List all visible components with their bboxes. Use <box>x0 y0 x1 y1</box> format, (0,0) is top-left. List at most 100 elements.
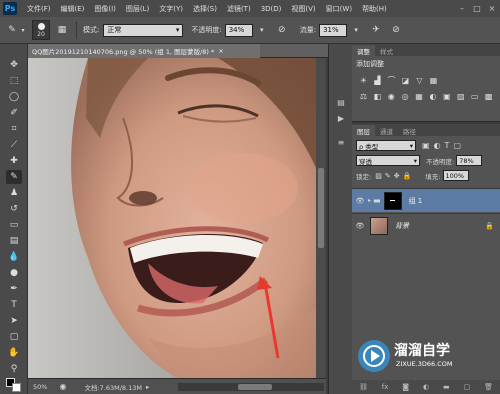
filter-type-icon[interactable]: T <box>445 141 450 150</box>
eraser-tool-icon[interactable]: ▭ <box>6 218 22 232</box>
close-icon[interactable]: × <box>486 2 498 14</box>
clone-stamp-tool-icon[interactable]: ♟ <box>6 186 22 200</box>
eye-icon[interactable]: 👁 <box>352 197 368 205</box>
fill-input[interactable]: 100% <box>442 170 469 181</box>
menu-3d[interactable]: 3D(D) <box>256 5 287 13</box>
vibrance-icon[interactable]: ▽ <box>414 75 425 85</box>
chevron-down-icon[interactable]: ▾ <box>20 22 26 38</box>
airbrush-icon[interactable]: ✈ <box>368 22 384 38</box>
opacity-input[interactable]: 34% <box>224 23 253 37</box>
blend-mode-select[interactable]: 正常 ▾ <box>103 23 184 37</box>
chevron-down-icon[interactable]: ▾ <box>254 22 270 38</box>
tab-channels[interactable]: 通道 <box>375 125 398 136</box>
lock-all-icon[interactable]: 🔒 <box>403 172 412 180</box>
menu-view[interactable]: 视图(V) <box>286 4 320 14</box>
filter-shape-icon[interactable]: ▢ <box>453 141 461 150</box>
tab-paths[interactable]: 路径 <box>398 125 421 136</box>
horizontal-scroll-thumb[interactable] <box>238 384 272 390</box>
actions-panel-icon[interactable]: ▶ <box>335 112 347 124</box>
eyedropper-tool-icon[interactable]: ⟋ <box>6 138 22 152</box>
vertical-scrollbar[interactable] <box>316 58 326 378</box>
color-swatches[interactable] <box>6 378 22 392</box>
filter-pixel-icon[interactable]: ▣ <box>422 141 430 150</box>
crop-tool-icon[interactable]: ⌗ <box>6 122 22 136</box>
tab-styles[interactable]: 样式 <box>375 45 398 56</box>
photo-filter-icon[interactable]: ◉ <box>386 91 397 101</box>
folder-icon[interactable]: ▬ <box>443 383 450 391</box>
blur-tool-icon[interactable]: 💧 <box>6 250 22 264</box>
menu-file[interactable]: 文件(F) <box>22 4 56 14</box>
layer-opacity-input[interactable]: 78% <box>456 155 483 166</box>
gradient-tool-icon[interactable]: ▤ <box>6 234 22 248</box>
brush-tool-icon[interactable]: ✎ <box>4 22 20 38</box>
threshold-icon[interactable]: ▨ <box>455 91 466 101</box>
menu-window[interactable]: 窗口(W) <box>321 4 357 14</box>
hue-saturation-icon[interactable]: ▦ <box>428 75 439 85</box>
selective-color-icon[interactable]: ▩ <box>483 91 494 101</box>
properties-panel-icon[interactable]: ≡ <box>335 136 347 148</box>
chevron-right-icon[interactable]: ▸ <box>146 383 149 391</box>
invert-icon[interactable]: ◐ <box>428 91 439 101</box>
new-layer-icon[interactable]: ▢ <box>464 383 471 391</box>
hand-tool-icon[interactable]: ✋ <box>6 346 22 360</box>
pressure-size-icon[interactable]: ⊘ <box>388 22 404 38</box>
layer-group-1[interactable]: 👁 ▸ ▬ 组 1 <box>352 188 500 212</box>
chevron-right-icon[interactable]: ▸ <box>368 197 371 204</box>
menu-filter[interactable]: 滤镜(T) <box>222 4 256 14</box>
lasso-tool-icon[interactable]: ◯ <box>6 90 22 104</box>
lock-pixels-icon[interactable]: ✎ <box>385 172 391 180</box>
minimize-icon[interactable]: – <box>456 2 468 14</box>
gradient-map-icon[interactable]: ▭ <box>469 91 480 101</box>
eye-icon[interactable]: 👁 <box>352 222 368 230</box>
posterize-icon[interactable]: ▣ <box>441 91 452 101</box>
maximize-icon[interactable]: □ <box>471 2 483 14</box>
chevron-down-icon[interactable]: ▾ <box>348 22 364 38</box>
menu-select[interactable]: 选择(S) <box>188 4 222 14</box>
menu-edit[interactable]: 编辑(E) <box>56 4 90 14</box>
tab-close-icon[interactable]: × <box>218 47 223 55</box>
brush-preset-picker[interactable]: 20 <box>32 20 50 40</box>
lock-transparent-icon[interactable]: ▨ <box>375 172 382 180</box>
document-tab[interactable]: QQ图片20191210140706.png @ 50% (组 1, 图层蒙版/… <box>28 44 260 58</box>
flow-input[interactable]: 31% <box>319 23 348 37</box>
vertical-scroll-thumb[interactable] <box>318 168 324 248</box>
pen-tool-icon[interactable]: ✒ <box>6 282 22 296</box>
exposure-icon[interactable]: ◪ <box>400 75 411 85</box>
history-panel-icon[interactable]: ▤ <box>335 96 347 108</box>
layer-filter-select[interactable]: ρ 类型 ▾ <box>356 140 416 151</box>
fx-icon[interactable]: fx <box>382 383 389 391</box>
black-white-icon[interactable]: ◧ <box>372 91 383 101</box>
move-tool-icon[interactable]: ✥ <box>6 58 22 72</box>
zoom-tool-icon[interactable]: ⚲ <box>6 362 22 376</box>
menu-layer[interactable]: 图层(L) <box>121 4 154 14</box>
tab-adjustments[interactable]: 调整 <box>352 45 375 56</box>
history-brush-tool-icon[interactable]: ↺ <box>6 202 22 216</box>
background-color[interactable] <box>12 383 21 392</box>
layer-mask-thumbnail[interactable] <box>383 191 402 210</box>
brush-tool-icon[interactable]: ✎ <box>6 170 22 184</box>
pressure-opacity-icon[interactable]: ⊘ <box>274 22 290 38</box>
quick-select-tool-icon[interactable]: ✐ <box>6 106 22 120</box>
filter-adjust-icon[interactable]: ◐ <box>434 141 441 150</box>
horizontal-scrollbar[interactable] <box>178 383 324 391</box>
mask-icon[interactable]: ◙ <box>402 383 409 391</box>
link-icon[interactable]: ⛓ <box>359 383 368 391</box>
adjustment-layer-icon[interactable]: ◐ <box>423 383 429 391</box>
dodge-tool-icon[interactable]: ● <box>6 266 22 280</box>
brightness-contrast-icon[interactable]: ☀ <box>358 75 369 85</box>
zoom-level[interactable]: 50% <box>33 383 47 391</box>
layer-background[interactable]: 👁 背景 🔒 <box>352 213 500 237</box>
healing-brush-tool-icon[interactable]: ✚ <box>6 154 22 168</box>
menu-image[interactable]: 图像(I) <box>89 4 121 14</box>
marquee-tool-icon[interactable]: ⬚ <box>6 74 22 88</box>
layer-blend-select[interactable]: 穿透 ▾ <box>356 155 420 166</box>
path-select-tool-icon[interactable]: ➤ <box>6 314 22 328</box>
menu-help[interactable]: 帮助(H) <box>357 4 392 14</box>
color-lookup-icon[interactable]: ▦ <box>414 91 425 101</box>
curves-icon[interactable]: ⌒ <box>386 75 397 85</box>
levels-icon[interactable]: ▟ <box>372 75 383 85</box>
brush-panel-icon[interactable]: ▦ <box>54 22 70 38</box>
color-balance-icon[interactable]: ⚖ <box>358 91 369 101</box>
shape-tool-icon[interactable]: ▢ <box>6 330 22 344</box>
trash-icon[interactable]: 🗑 <box>484 383 493 391</box>
